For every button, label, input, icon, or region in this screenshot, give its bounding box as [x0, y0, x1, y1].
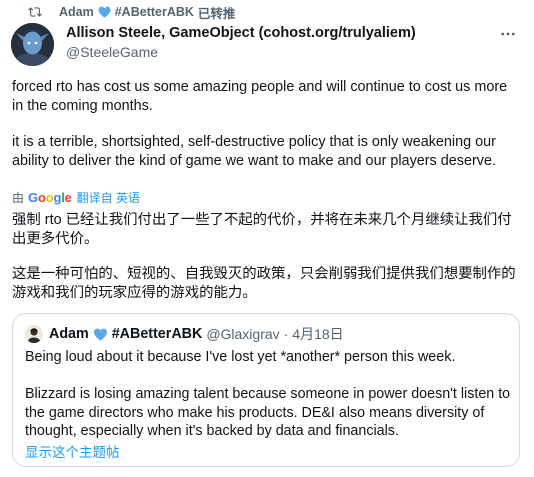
retweeter-name[interactable]: Adam	[59, 5, 94, 19]
translation-attribution: 由 Google 翻译自 英语	[12, 189, 140, 206]
separator-dot: ·	[283, 326, 289, 342]
show-thread-link[interactable]: 显示这个主题帖	[25, 441, 120, 461]
blue-heart-icon	[98, 6, 111, 18]
quoted-tweet-header: Adam #ABetterABK @Glaxigrav · 4月18日	[25, 324, 344, 344]
quoted-author-avatar[interactable]	[25, 325, 43, 343]
translation-paragraph-2: 这是一种可怕的、短视的、自我毁灭的政策，只会削弱我们提供我们想要制作的游戏和我们…	[12, 266, 516, 301]
retweet-icon	[28, 7, 42, 17]
quoted-tweet-date[interactable]: 4月18日	[292, 324, 343, 344]
retweet-action: 已转推	[197, 6, 236, 21]
blue-heart-icon	[93, 328, 107, 341]
translation-by-label: 由	[12, 191, 25, 205]
quoted-paragraph-1: Being loud about it because I've lost ye…	[25, 349, 456, 365]
more-options-button[interactable]	[496, 24, 520, 44]
quoted-author-hashtag[interactable]: #ABetterABK	[112, 326, 203, 342]
translated-from-link[interactable]: 翻译自 英语	[77, 189, 140, 206]
tweet-paragraph-2: it is a terrible, shortsighted, self-des…	[12, 134, 496, 169]
author-name-row[interactable]: Allison Steele, GameObject (cohost.org/t…	[66, 25, 416, 41]
quoted-paragraph-2: Blizzard is losing amazing talent becaus…	[25, 386, 511, 439]
author-avatar[interactable]	[11, 23, 54, 66]
more-icon	[501, 32, 515, 36]
quoted-author-handle[interactable]: @Glaxigrav	[206, 326, 279, 342]
quoted-author-name[interactable]: Adam	[49, 326, 89, 342]
retweeter-hashtag[interactable]: #ABetterABK	[115, 5, 194, 19]
author-handle[interactable]: @SteeleGame	[66, 44, 158, 60]
google-logo: Google	[28, 190, 72, 205]
translation-paragraph-1: 强制 rto 已经让我们付出了一些了不起的代价，并将在未来几个月继续让我们付出更…	[12, 212, 512, 247]
author-display-name[interactable]: Allison Steele, GameObject (cohost.org/t…	[66, 25, 416, 41]
quoted-tweet-card[interactable]: Adam #ABetterABK @Glaxigrav · 4月18日 Bein…	[12, 313, 520, 467]
retweet-context[interactable]: Adam #ABetterABK 已转推	[28, 4, 236, 21]
tweet-paragraph-1: forced rto has cost us some amazing peop…	[12, 79, 508, 114]
